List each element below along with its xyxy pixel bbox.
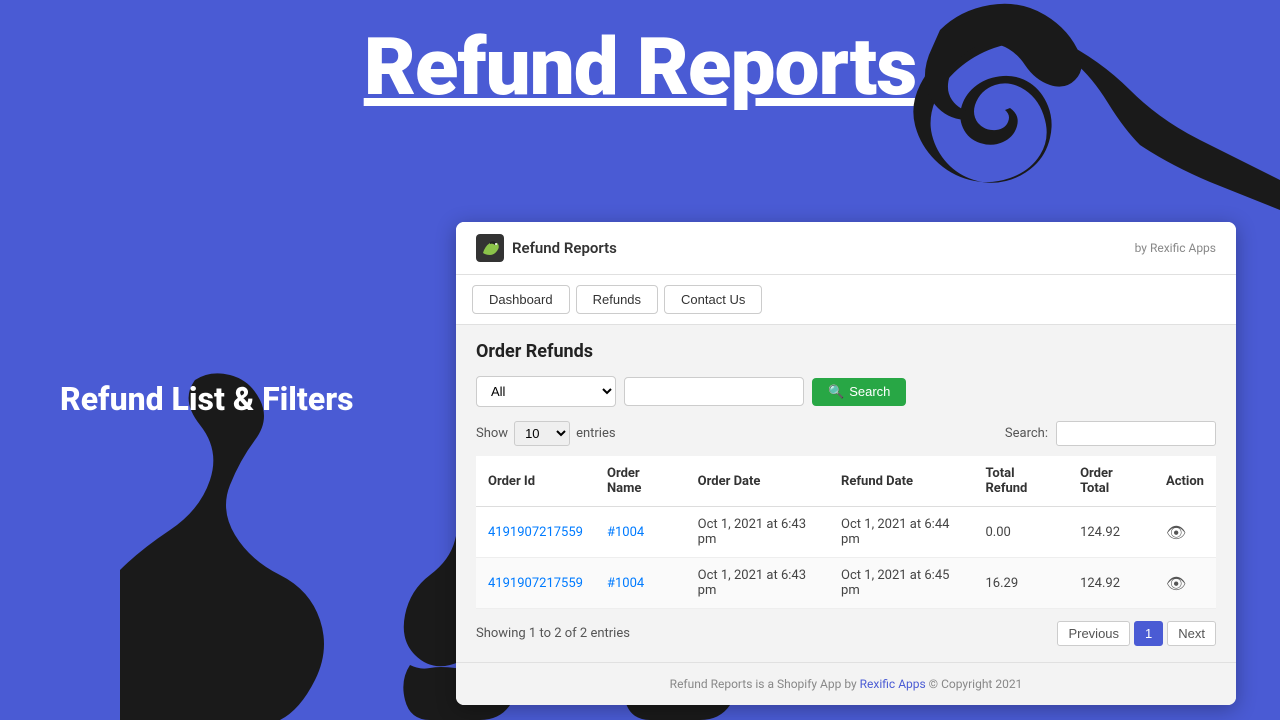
- app-logo: Refund Reports: [476, 234, 617, 262]
- table-search-input[interactable]: [1056, 421, 1216, 446]
- show-label: Show: [476, 426, 508, 441]
- cell-refund-date: Oct 1, 2021 at 6:44 pm: [829, 507, 973, 558]
- cell-order-total: 124.92: [1068, 558, 1154, 609]
- cell-order-id: 4191907217559: [476, 558, 595, 609]
- filter-dropdown[interactable]: All: [476, 376, 616, 407]
- dino-tail-silhouette: [120, 370, 420, 720]
- cell-order-total: 124.92: [1068, 507, 1154, 558]
- order-name-link[interactable]: #1004: [607, 576, 644, 591]
- filter-row: All 🔍 Search: [476, 376, 1216, 407]
- pagination: Previous 1 Next: [1057, 621, 1216, 646]
- footer-text-after: © Copyright 2021: [926, 677, 1023, 691]
- logo-icon: [476, 234, 504, 262]
- entries-label: entries: [576, 426, 616, 441]
- col-order-name: Order Name: [595, 456, 686, 507]
- table-search-right: Search:: [1005, 421, 1216, 446]
- cell-order-id: 4191907217559: [476, 507, 595, 558]
- search-button[interactable]: 🔍 Search: [812, 378, 906, 406]
- table-header-row: Order Id Order Name Order Date Refund Da…: [476, 456, 1216, 507]
- panel-content: Order Refunds All 🔍 Search Show 10 25 50…: [456, 325, 1236, 662]
- table-footer: Showing 1 to 2 of 2 entries Previous 1 N…: [476, 621, 1216, 646]
- cell-action: 👁: [1154, 558, 1216, 609]
- cell-order-date: Oct 1, 2021 at 6:43 pm: [686, 558, 829, 609]
- view-action-icon[interactable]: 👁: [1166, 574, 1186, 593]
- col-action: Action: [1154, 456, 1216, 507]
- sidebar-label: Refund List & Filters: [60, 380, 354, 418]
- cell-order-date: Oct 1, 2021 at 6:43 pm: [686, 507, 829, 558]
- page-1-button[interactable]: 1: [1134, 621, 1163, 646]
- col-order-date: Order Date: [686, 456, 829, 507]
- cell-order-name: #1004: [595, 558, 686, 609]
- by-rexific-text: by Rexific Apps: [1135, 241, 1216, 255]
- search-icon: 🔍: [828, 384, 844, 400]
- previous-page-button[interactable]: Previous: [1057, 621, 1130, 646]
- view-action-icon[interactable]: 👁: [1166, 523, 1186, 542]
- showing-entries-text: Showing 1 to 2 of 2 entries: [476, 626, 630, 641]
- rexific-apps-link[interactable]: Rexific Apps: [860, 677, 926, 691]
- cell-refund-date: Oct 1, 2021 at 6:45 pm: [829, 558, 973, 609]
- dino-top-silhouette: [860, 0, 1280, 230]
- order-name-link[interactable]: #1004: [607, 525, 644, 540]
- table-search-label: Search:: [1005, 426, 1048, 441]
- filter-search-input[interactable]: [624, 377, 804, 406]
- col-order-id: Order Id: [476, 456, 595, 507]
- main-panel: Refund Reports by Rexific Apps Dashboard…: [456, 222, 1236, 705]
- next-page-button[interactable]: Next: [1167, 621, 1216, 646]
- table-row: 4191907217559 #1004 Oct 1, 2021 at 6:43 …: [476, 507, 1216, 558]
- refunds-nav-button[interactable]: Refunds: [576, 285, 658, 314]
- cell-action: 👁: [1154, 507, 1216, 558]
- cell-total-refund: 0.00: [973, 507, 1068, 558]
- col-refund-date: Refund Date: [829, 456, 973, 507]
- cell-total-refund: 16.29: [973, 558, 1068, 609]
- order-id-link[interactable]: 4191907217559: [488, 525, 583, 540]
- order-id-link[interactable]: 4191907217559: [488, 576, 583, 591]
- col-total-refund: Total Refund: [973, 456, 1068, 507]
- entries-select[interactable]: 10 25 50 100: [514, 421, 570, 446]
- panel-header: Refund Reports by Rexific Apps: [456, 222, 1236, 275]
- refunds-table: Order Id Order Name Order Date Refund Da…: [476, 456, 1216, 609]
- col-order-total: Order Total: [1068, 456, 1154, 507]
- footer-text-before: Refund Reports is a Shopify App by: [670, 677, 860, 691]
- cell-order-name: #1004: [595, 507, 686, 558]
- show-entries-left: Show 10 25 50 100 entries: [476, 421, 616, 446]
- nav-bar: Dashboard Refunds Contact Us: [456, 275, 1236, 325]
- contact-nav-button[interactable]: Contact Us: [664, 285, 762, 314]
- section-title: Order Refunds: [476, 341, 1216, 362]
- table-row: 4191907217559 #1004 Oct 1, 2021 at 6:43 …: [476, 558, 1216, 609]
- table-controls-row: Show 10 25 50 100 entries Search:: [476, 421, 1216, 446]
- panel-footer: Refund Reports is a Shopify App by Rexif…: [456, 662, 1236, 705]
- dashboard-nav-button[interactable]: Dashboard: [472, 285, 570, 314]
